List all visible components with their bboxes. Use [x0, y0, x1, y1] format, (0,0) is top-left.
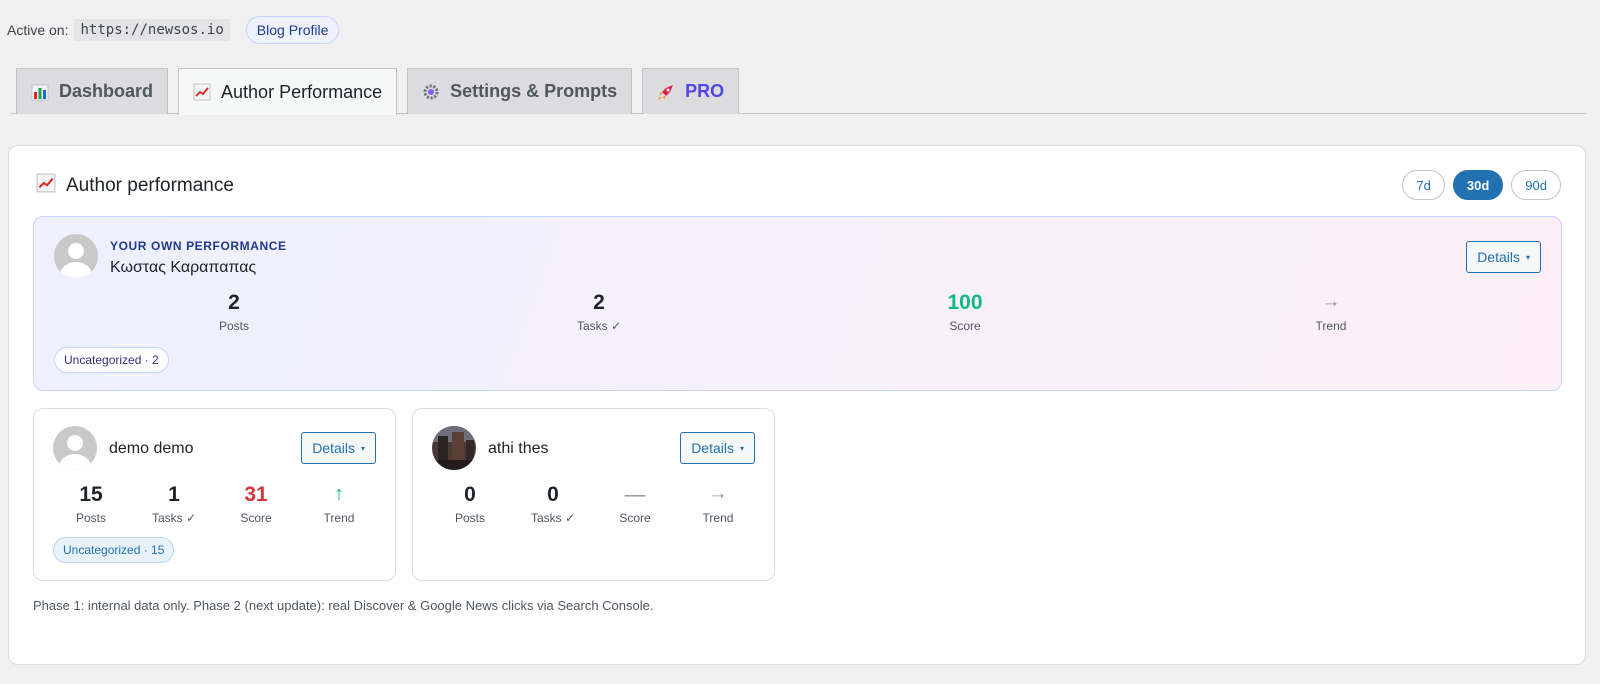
author-name: Κωστας Καραπαπας: [110, 259, 257, 276]
own-performance-eyebrow: YOUR OWN PERFORMANCE: [110, 239, 287, 253]
category-tag: Uncategorized · 15: [53, 537, 175, 563]
stat-score: 100 Score: [905, 291, 1025, 333]
gear-icon: [422, 83, 440, 101]
trend-flat-icon: →: [708, 483, 728, 504]
stat-label: Trend: [702, 511, 734, 525]
stat-label: Trend: [323, 511, 355, 525]
stat-label: Score: [949, 319, 981, 333]
caret-down-icon: ▾: [360, 443, 365, 453]
caret-down-icon: ▾: [1525, 252, 1530, 262]
trend-flat-icon: →: [1321, 291, 1341, 312]
trend-up-icon: ↑: [334, 483, 344, 505]
tab-dashboard[interactable]: Dashboard: [16, 68, 169, 114]
nav-tabs: Dashboard Author Performance Settings & …: [16, 68, 749, 115]
caret-down-icon: ▾: [739, 443, 744, 453]
details-button[interactable]: Details ▾: [301, 432, 376, 464]
rocket-icon: [657, 83, 675, 101]
stat-label: Posts: [218, 319, 249, 333]
details-label: Details: [1477, 249, 1520, 265]
stat-label: Trend: [1315, 319, 1347, 333]
avatar: [54, 234, 98, 278]
details-label: Details: [691, 440, 734, 456]
stat-posts: 2 Posts: [174, 291, 294, 333]
tab-label: Author Performance: [221, 81, 383, 102]
avatar: [432, 426, 476, 470]
own-performance-card: YOUR OWN PERFORMANCE Κωστας Καραπαπας De…: [33, 216, 1562, 391]
tab-settings-prompts[interactable]: Settings & Prompts: [407, 68, 633, 114]
stat-trend: ↑ Trend: [279, 483, 399, 525]
range-30d-button[interactable]: 30d: [1452, 170, 1504, 200]
range-90d-button[interactable]: 90d: [1511, 170, 1561, 200]
details-button[interactable]: Details ▾: [1466, 241, 1541, 273]
stat-trend: → Trend: [1271, 291, 1391, 333]
active-on-label: Active on:: [7, 22, 69, 38]
details-button[interactable]: Details ▾: [680, 432, 755, 464]
avatar: [53, 426, 97, 470]
author-performance-panel: Author performance 7d 30d 90d YOUR OWN P…: [8, 145, 1586, 665]
stat-label: Tasks ✓: [576, 319, 622, 333]
tab-author-performance[interactable]: Author Performance: [178, 68, 398, 115]
line-chart-icon: [193, 83, 211, 101]
tab-label: Settings & Prompts: [450, 81, 618, 101]
author-card: demo demo Details ▾ 15 Posts 1 Tasks ✓ 3…: [33, 408, 396, 581]
line-chart-icon: [36, 173, 56, 199]
range-7d-button[interactable]: 7d: [1402, 170, 1445, 200]
phase-footnote: Phase 1: internal data only. Phase 2 (ne…: [33, 598, 654, 613]
stat-value: 2: [228, 291, 240, 314]
author-name: demo demo: [109, 440, 194, 457]
author-name: athi thes: [488, 440, 549, 457]
panel-title-text: Author performance: [66, 175, 234, 196]
stat-value: 100: [947, 291, 983, 314]
stat-tasks: 2 Tasks ✓: [539, 291, 659, 333]
active-site-url: https://newsos.io: [74, 19, 230, 41]
category-tag: Uncategorized · 2: [54, 347, 169, 373]
bar-chart-icon: [31, 83, 49, 101]
stat-trend: → Trend: [658, 483, 778, 525]
blog-profile-pill[interactable]: Blog Profile: [245, 16, 340, 44]
stat-value: 2: [593, 291, 605, 314]
author-card: athi thes Details ▾ 0 Posts 0 Tasks ✓ — …: [412, 408, 775, 581]
tab-label: PRO: [685, 81, 725, 101]
tab-pro[interactable]: PRO: [642, 68, 740, 114]
tab-label: Dashboard: [59, 81, 154, 101]
active-site-bar: Active on: https://newsos.io Blog Profil…: [7, 16, 340, 44]
range-selector: 7d 30d 90d: [1402, 170, 1561, 200]
details-label: Details: [312, 440, 355, 456]
panel-title: Author performance: [36, 173, 234, 199]
